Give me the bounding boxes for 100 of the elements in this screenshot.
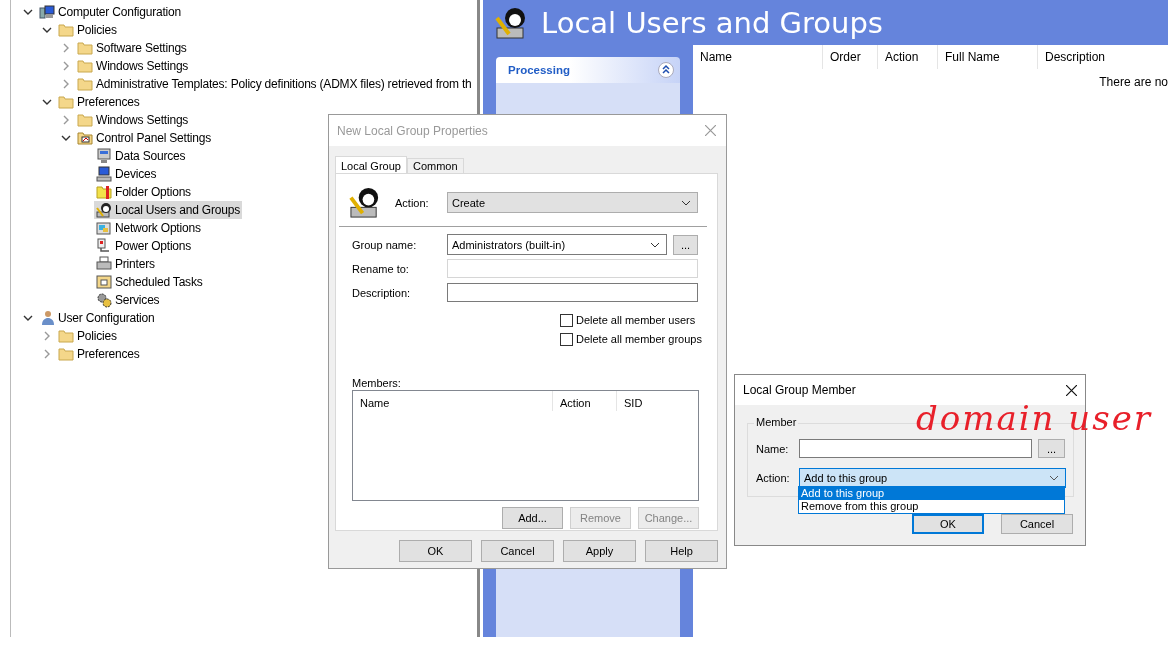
control-panel-icon bbox=[77, 130, 93, 146]
handwritten-note: domain user bbox=[916, 398, 1153, 438]
checkbox-label: Delete all member groups bbox=[576, 333, 702, 345]
tree-item[interactable]: Windows Settings bbox=[75, 57, 191, 75]
folder-icon bbox=[77, 40, 93, 56]
window-title: Local Group Member bbox=[743, 383, 856, 397]
group-name-combobox[interactable]: Administrators (built-in) bbox=[447, 234, 667, 255]
chevron-right-icon[interactable] bbox=[44, 349, 50, 359]
printer-icon bbox=[96, 256, 112, 272]
members-list[interactable]: Name Action SID bbox=[352, 390, 699, 501]
column-header[interactable]: Action bbox=[878, 45, 938, 69]
tree-item[interactable]: Folder Options bbox=[94, 183, 193, 201]
folder-icon bbox=[58, 328, 74, 344]
field-label: Group name: bbox=[352, 238, 418, 251]
tree-item[interactable]: Printers bbox=[94, 255, 157, 273]
dialog-button[interactable]: Help bbox=[645, 540, 718, 562]
dropdown-option[interactable]: Add to this group bbox=[799, 487, 1064, 500]
tab[interactable]: Local Group bbox=[335, 156, 407, 173]
tree-item[interactable]: Preferences bbox=[56, 93, 142, 111]
chevron-down-icon[interactable] bbox=[61, 135, 71, 141]
chevron-down-icon bbox=[1049, 474, 1059, 481]
chevron-right-icon[interactable] bbox=[44, 331, 50, 341]
folder-icon bbox=[77, 112, 93, 128]
tree-item[interactable]: Software Settings bbox=[75, 39, 189, 57]
folder-icon bbox=[58, 94, 74, 110]
chevron-down-icon[interactable] bbox=[42, 99, 52, 105]
column-header[interactable]: Order bbox=[823, 45, 878, 69]
tree-item[interactable]: Administrative Templates: Policy definitions (ADMX files) retrieved from th bbox=[75, 75, 474, 93]
users-icon bbox=[96, 202, 112, 218]
field-label: Action: bbox=[756, 471, 791, 484]
tree-item[interactable]: Control Panel Settings bbox=[75, 129, 213, 147]
chevron-down-icon bbox=[650, 241, 660, 248]
column-header[interactable]: Action bbox=[553, 391, 617, 411]
power-plug-icon bbox=[96, 238, 112, 254]
folder-icon bbox=[96, 184, 112, 200]
dialog-button[interactable]: Add... bbox=[502, 507, 563, 529]
window-title: New Local Group Properties bbox=[337, 123, 488, 138]
folder-icon bbox=[58, 346, 74, 362]
field-label: Name: bbox=[756, 442, 790, 455]
calendar-icon bbox=[96, 274, 112, 290]
chevron-down-icon bbox=[681, 199, 691, 206]
tree-item[interactable]: Computer Configuration bbox=[37, 3, 183, 21]
action-dropdown[interactable]: Create bbox=[447, 192, 698, 213]
tree-item[interactable]: Devices bbox=[94, 165, 159, 183]
browse-button[interactable]: ... bbox=[1038, 439, 1065, 458]
pane-title: Local Users and Groups bbox=[541, 5, 883, 40]
column-header[interactable]: Name bbox=[353, 391, 553, 411]
tree-item[interactable]: User Configuration bbox=[37, 309, 157, 327]
dropdown-option[interactable]: Remove from this group bbox=[799, 500, 1064, 513]
dialog-button[interactable]: OK bbox=[912, 514, 984, 534]
panel-title: Processing bbox=[508, 64, 570, 76]
chevron-right-icon[interactable] bbox=[63, 79, 69, 89]
chevron-right-icon[interactable] bbox=[63, 61, 69, 71]
tree-item[interactable]: Windows Settings bbox=[75, 111, 191, 129]
field-label: Rename to: bbox=[352, 262, 410, 275]
folder-icon bbox=[58, 22, 74, 38]
chevron-down-icon[interactable] bbox=[42, 27, 52, 33]
checkbox[interactable] bbox=[560, 332, 573, 346]
tree-item[interactable]: Local Users and Groups bbox=[94, 201, 242, 219]
computer-icon bbox=[39, 4, 55, 20]
close-icon[interactable] bbox=[1066, 384, 1077, 396]
tree-item[interactable]: Scheduled Tasks bbox=[94, 273, 205, 291]
gears-icon bbox=[96, 292, 112, 308]
collapse-icon[interactable] bbox=[658, 62, 674, 78]
network-icon bbox=[96, 220, 112, 236]
chevron-down-icon[interactable] bbox=[23, 315, 33, 321]
tree-item[interactable]: Network Options bbox=[94, 219, 203, 237]
computer-icon bbox=[96, 166, 112, 182]
column-header[interactable]: Name bbox=[693, 45, 823, 69]
field-label: Action: bbox=[395, 196, 430, 209]
chevron-right-icon[interactable] bbox=[63, 43, 69, 53]
tree-item[interactable]: Services bbox=[94, 291, 162, 309]
tab[interactable]: Common bbox=[406, 158, 464, 173]
column-header[interactable]: SID bbox=[617, 391, 698, 411]
checkbox[interactable] bbox=[560, 313, 573, 327]
column-header[interactable]: Full Name bbox=[938, 45, 1038, 69]
dialog-button[interactable]: Cancel bbox=[1001, 514, 1073, 534]
chevron-down-icon[interactable] bbox=[23, 9, 33, 15]
user-icon bbox=[39, 310, 55, 326]
tree-item[interactable]: Power Options bbox=[94, 237, 194, 255]
tree-item[interactable]: Policies bbox=[56, 327, 119, 345]
column-header[interactable]: Description bbox=[1038, 45, 1168, 69]
tree-item[interactable]: Preferences bbox=[56, 345, 142, 363]
dialog-button[interactable]: OK bbox=[399, 540, 472, 562]
name-field[interactable] bbox=[799, 439, 1032, 458]
chevron-right-icon[interactable] bbox=[63, 115, 69, 125]
empty-message: There are no bbox=[1099, 75, 1168, 89]
checkbox-label: Delete all member users bbox=[576, 314, 696, 326]
server-icon bbox=[96, 148, 112, 164]
browse-button[interactable]: ... bbox=[673, 234, 698, 255]
tree-item[interactable]: Policies bbox=[56, 21, 119, 39]
dialog-button[interactable]: Cancel bbox=[481, 540, 554, 562]
dialog-button[interactable]: Apply bbox=[563, 540, 636, 562]
folder-icon bbox=[77, 76, 93, 92]
action-dropdown[interactable]: Add to this group bbox=[799, 467, 1066, 488]
field-label: Members: bbox=[352, 377, 401, 389]
tree-item[interactable]: Data Sources bbox=[94, 147, 188, 165]
field-label: Description: bbox=[352, 286, 412, 299]
rename-field[interactable] bbox=[447, 259, 698, 278]
description-field[interactable] bbox=[447, 283, 698, 302]
